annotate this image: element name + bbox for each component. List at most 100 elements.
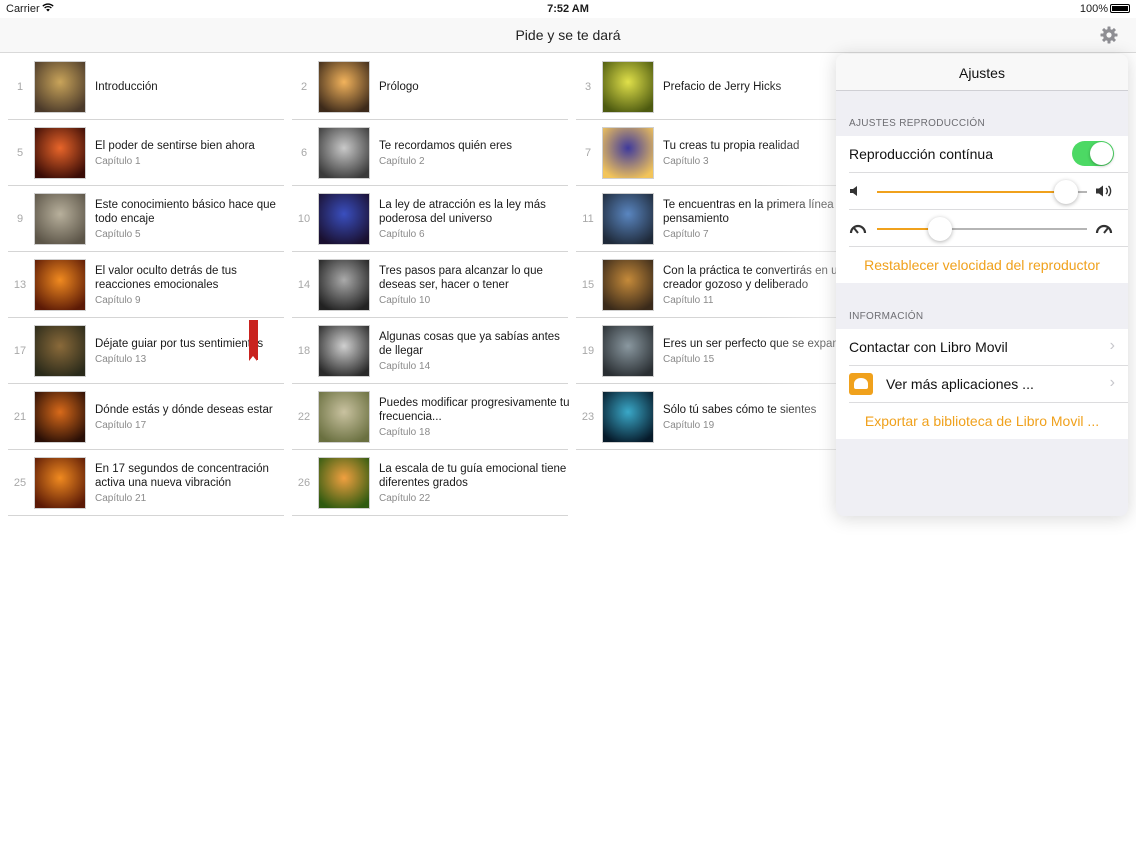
chapter-number: 13 bbox=[13, 279, 27, 291]
reset-speed-button[interactable]: Restablecer velocidad del reproductor bbox=[836, 257, 1128, 273]
volume-slider-fill bbox=[877, 191, 1066, 193]
chapter-text: Dónde estás y dónde deseas estar Capítulo… bbox=[95, 403, 287, 431]
chapter-title: Déjate guiar por tus sentimientos bbox=[95, 338, 264, 350]
chapter-thumbnail bbox=[318, 259, 370, 311]
chapter-subtitle: Capítulo 2 bbox=[379, 156, 425, 167]
section-header-info: INFORMACIÓN bbox=[849, 311, 924, 322]
chapter-thumbnail bbox=[602, 259, 654, 311]
status-bar: Carrier 7:52 AM 100% bbox=[0, 0, 1136, 18]
chapter-number: 18 bbox=[297, 345, 311, 357]
popover-header: Ajustes bbox=[836, 54, 1128, 91]
more-apps-label: Ver más aplicaciones ... bbox=[886, 376, 1034, 392]
chapter-subtitle: Capítulo 21 bbox=[95, 493, 147, 504]
chapter-item[interactable]: 6 Te recordamos quién eres Capítulo 2 bbox=[292, 120, 568, 186]
chapter-text: La escala de tu guía emocional tiene dif… bbox=[379, 462, 571, 504]
more-apps-row[interactable]: Ver más aplicaciones ... › bbox=[836, 366, 1128, 403]
speed-slider-knob[interactable] bbox=[928, 217, 952, 241]
chapter-thumbnail bbox=[602, 193, 654, 245]
chapter-thumbnail bbox=[602, 325, 654, 377]
export-row: Exportar a biblioteca de Libro Movil ... bbox=[836, 403, 1128, 439]
app-logo-icon bbox=[849, 373, 873, 395]
chapter-number: 5 bbox=[16, 147, 24, 159]
chapter-number: 15 bbox=[581, 279, 595, 291]
chevron-right-icon: › bbox=[1109, 374, 1115, 391]
chapter-item[interactable]: 22 Puedes modificar progresivamente tu fr… bbox=[292, 384, 571, 450]
chapter-subtitle: Capítulo 9 bbox=[95, 295, 141, 306]
speed-fast-icon bbox=[1095, 221, 1113, 240]
chapter-text: Tres pasos para alcanzar lo que deseas s… bbox=[379, 264, 571, 306]
chapter-item[interactable]: 14 Tres pasos para alcanzar lo que deseas… bbox=[292, 252, 568, 318]
chapter-thumbnail bbox=[602, 391, 654, 443]
chapter-thumbnail bbox=[318, 391, 370, 443]
chapter-title: El valor oculto detrás de tus reacciones… bbox=[95, 265, 237, 291]
chapter-item[interactable]: 10 La ley de atracción es la ley más pode… bbox=[292, 186, 568, 252]
chapter-text: Este conocimiento básico hace que todo e… bbox=[95, 198, 287, 240]
chapter-item[interactable]: 5 El poder de sentirse bien ahora Capítulo… bbox=[8, 120, 284, 186]
clock: 7:52 AM bbox=[547, 3, 589, 15]
chapter-thumbnail bbox=[34, 457, 86, 509]
chapter-item[interactable]: 17 Déjate guiar por tus sentimientos Capít… bbox=[8, 318, 284, 384]
volume-low-icon bbox=[849, 184, 863, 203]
chapter-thumbnail bbox=[34, 61, 86, 113]
chapter-number: 3 bbox=[584, 81, 592, 93]
chapter-text: Puedes modificar progresivamente tu frec… bbox=[379, 396, 571, 438]
chapter-title: La ley de atracción es la ley más podero… bbox=[379, 199, 546, 225]
chapter-number: 14 bbox=[297, 279, 311, 291]
chapter-thumbnail bbox=[34, 259, 86, 311]
chapter-text: Prólogo bbox=[379, 80, 571, 94]
volume-row bbox=[836, 173, 1128, 210]
battery-icon bbox=[1110, 4, 1130, 13]
chapter-title: Prólogo bbox=[379, 81, 419, 93]
chapter-thumbnail bbox=[318, 193, 370, 245]
chapter-number: 22 bbox=[297, 411, 311, 423]
chapter-item[interactable]: 21 Dónde estás y dónde deseas estar Capítu… bbox=[8, 384, 284, 450]
chapter-item[interactable]: 13 El valor oculto detrás de tus reaccion… bbox=[8, 252, 284, 318]
chapter-item[interactable]: 26 La escala de tu guía emocional tiene d… bbox=[292, 450, 568, 516]
speed-row bbox=[836, 210, 1128, 247]
chapter-thumbnail bbox=[34, 325, 86, 377]
chevron-right-icon: › bbox=[1109, 337, 1115, 354]
chapter-number: 17 bbox=[13, 345, 27, 357]
volume-slider-knob[interactable] bbox=[1054, 180, 1078, 204]
chapter-number: 10 bbox=[297, 213, 311, 225]
chapter-item[interactable]: 18 Algunas cosas que ya sabías antes de l… bbox=[292, 318, 568, 384]
chapter-subtitle: Capítulo 10 bbox=[379, 295, 431, 306]
chapter-thumbnail bbox=[34, 193, 86, 245]
chapter-title: Dónde estás y dónde deseas estar bbox=[95, 404, 273, 416]
page-title: Pide y se te dará bbox=[515, 27, 621, 43]
chapter-title: En 17 segundos de concentración activa u… bbox=[95, 463, 269, 489]
continuous-playback-toggle[interactable] bbox=[1072, 141, 1114, 166]
chapter-number: 19 bbox=[581, 345, 595, 357]
chapter-title: Introducción bbox=[95, 81, 158, 93]
continuous-playback-row: Reproducción contínua bbox=[836, 136, 1128, 173]
chapter-text: El valor oculto detrás de tus reacciones… bbox=[95, 264, 287, 306]
export-button[interactable]: Exportar a biblioteca de Libro Movil ... bbox=[836, 413, 1128, 429]
reset-speed-row: Restablecer velocidad del reproductor bbox=[836, 247, 1128, 283]
popover-title: Ajustes bbox=[959, 65, 1005, 81]
chapter-thumbnail bbox=[34, 127, 86, 179]
chapter-text: La ley de atracción es la ley más podero… bbox=[379, 198, 571, 240]
chapter-item[interactable]: 25 En 17 segundos de concentración activa… bbox=[8, 450, 284, 516]
section-header-playback: AJUSTES REPRODUCCIÓN bbox=[849, 118, 986, 129]
chapter-title: Algunas cosas que ya sabías antes de lle… bbox=[379, 331, 560, 357]
chapter-item[interactable]: 1 Introducción bbox=[8, 54, 284, 120]
chapter-text: El poder de sentirse bien ahora Capítulo … bbox=[95, 139, 287, 167]
speed-slider-track bbox=[940, 228, 1087, 230]
gear-icon[interactable] bbox=[1099, 25, 1119, 45]
chapter-thumbnail bbox=[318, 61, 370, 113]
chapter-number: 26 bbox=[297, 477, 311, 489]
chapter-item[interactable]: 2 Prólogo bbox=[292, 54, 568, 120]
chapter-text: Introducción bbox=[95, 80, 287, 94]
chapter-title: El poder de sentirse bien ahora bbox=[95, 140, 255, 152]
chapter-item[interactable]: 9 Este conocimiento básico hace que todo … bbox=[8, 186, 284, 252]
chapter-number: 25 bbox=[13, 477, 27, 489]
chapter-thumbnail bbox=[34, 391, 86, 443]
chapter-thumbnail bbox=[602, 127, 654, 179]
chapter-text: En 17 segundos de concentración activa u… bbox=[95, 462, 287, 504]
chapter-thumbnail bbox=[602, 61, 654, 113]
continuous-playback-label: Reproducción contínua bbox=[849, 146, 993, 162]
chapter-subtitle: Capítulo 6 bbox=[379, 229, 425, 240]
contact-row[interactable]: Contactar con Libro Movil › bbox=[836, 329, 1128, 366]
chapter-number: 9 bbox=[16, 213, 24, 225]
chapter-thumbnail bbox=[318, 127, 370, 179]
